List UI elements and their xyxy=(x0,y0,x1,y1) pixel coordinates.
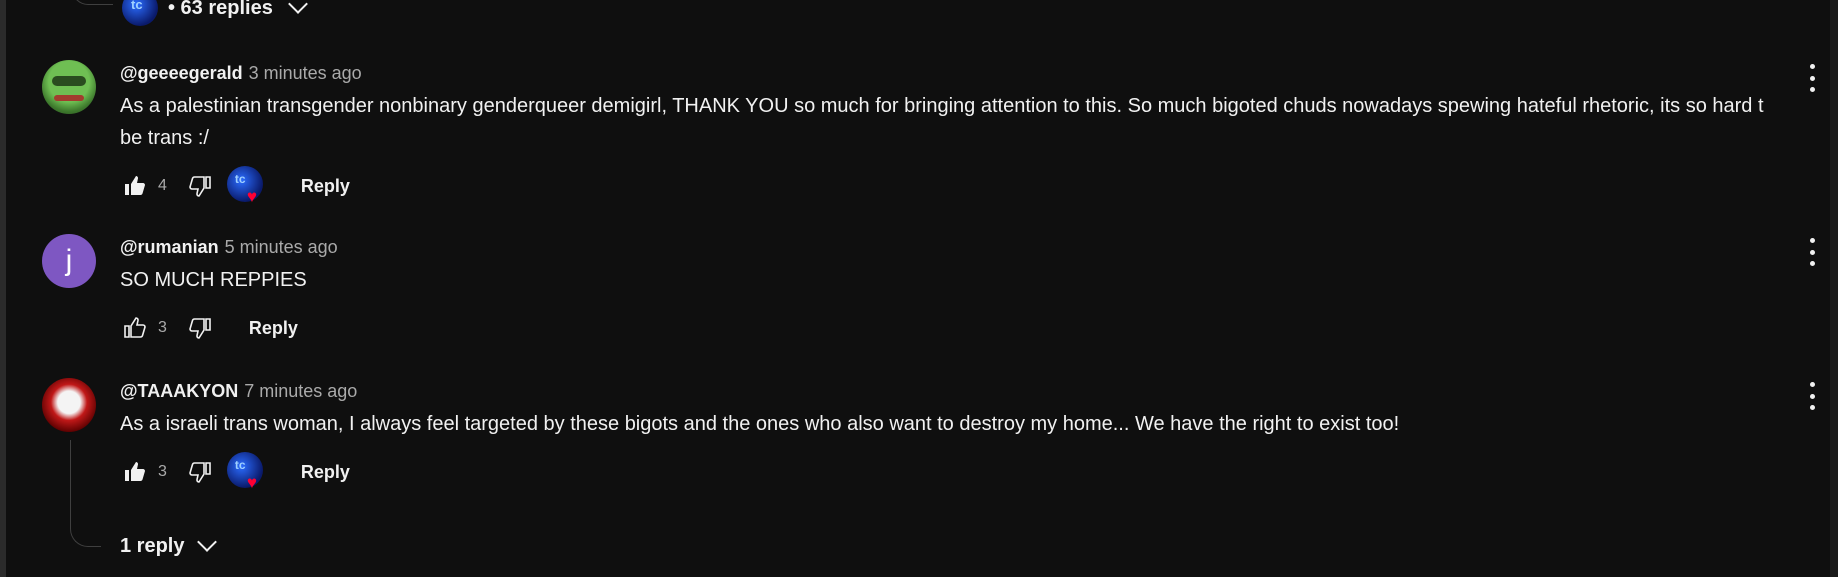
comment-meta: @TAAAKYON 7 minutes ago xyxy=(120,378,1820,404)
author-name[interactable]: @rumanian xyxy=(120,237,219,258)
reply-button[interactable]: Reply xyxy=(301,176,350,197)
left-edge xyxy=(0,0,6,577)
like-icon[interactable] xyxy=(120,171,150,201)
like-icon[interactable] xyxy=(120,457,150,487)
replies-count-label: • 63 replies xyxy=(168,0,273,19)
replier-avatar xyxy=(122,0,158,26)
comment-time[interactable]: 3 minutes ago xyxy=(249,63,362,84)
comment-item: j @rumanian 5 minutes ago SO MUCH REPPIE… xyxy=(42,234,1822,339)
heart-icon: ♥ xyxy=(246,187,257,206)
comment-body: @geeeegerald 3 minutes ago As a palestin… xyxy=(120,60,1820,206)
dislike-icon[interactable] xyxy=(185,171,215,201)
more-options-icon[interactable] xyxy=(1802,64,1822,92)
comment-body: @rumanian 5 minutes ago SO MUCH REPPIES … xyxy=(120,234,1820,348)
heart-icon: ♥ xyxy=(246,473,257,492)
replies-count-label: 1 reply xyxy=(120,534,185,557)
comment-actions: 4 ♥ Reply xyxy=(120,166,1820,206)
avatar[interactable] xyxy=(42,60,96,114)
scrollbar-track[interactable] xyxy=(1830,0,1838,577)
like-icon[interactable] xyxy=(120,313,150,343)
comment-text: As a palestinian transgender nonbinary g… xyxy=(120,90,1820,154)
like-count: 3 xyxy=(158,319,167,336)
dislike-icon[interactable] xyxy=(185,313,215,343)
author-name[interactable]: @TAAAKYON xyxy=(120,381,238,402)
like-count: 4 xyxy=(158,177,167,194)
comment-actions: 3 Reply xyxy=(120,308,1820,348)
comment-meta: @geeeegerald 3 minutes ago xyxy=(120,60,1820,86)
comment-actions: 3 ♥ Reply xyxy=(120,452,1820,492)
top-replies-toggle[interactable]: • 63 replies xyxy=(82,0,308,26)
creator-avatar xyxy=(226,166,263,202)
more-options-icon[interactable] xyxy=(1802,382,1822,410)
author-name[interactable]: @geeeegerald xyxy=(120,63,243,84)
chevron-down-icon xyxy=(287,0,308,14)
comment-time[interactable]: 5 minutes ago xyxy=(225,237,338,258)
comment-item: @geeeegerald 3 minutes ago As a palestin… xyxy=(42,60,1822,205)
chevron-down-icon xyxy=(197,532,218,552)
view-replies-toggle[interactable]: 1 reply xyxy=(120,532,218,560)
creator-heart-badge[interactable]: ♥ xyxy=(226,452,267,492)
reply-button[interactable]: Reply xyxy=(249,318,298,339)
reply-button[interactable]: Reply xyxy=(301,462,350,483)
comment-text-line: As a palestinian transgender nonbinary g… xyxy=(120,95,1764,117)
comment-body: @TAAAKYON 7 minutes ago As a israeli tra… xyxy=(120,378,1820,492)
avatar[interactable]: j xyxy=(42,234,96,288)
comment-text-line: be trans :/ xyxy=(120,127,209,149)
comment-time[interactable]: 7 minutes ago xyxy=(244,381,357,402)
thread-connector xyxy=(70,440,101,547)
avatar[interactable] xyxy=(42,378,96,432)
comment-item: @TAAAKYON 7 minutes ago As a israeli tra… xyxy=(42,378,1822,498)
more-options-icon[interactable] xyxy=(1802,238,1822,266)
like-count: 3 xyxy=(158,463,167,480)
dislike-icon[interactable] xyxy=(185,457,215,487)
comment-text: As a israeli trans woman, I always feel … xyxy=(120,413,1400,435)
creator-heart-badge[interactable]: ♥ xyxy=(226,166,267,206)
comment-text: SO MUCH REPPIES xyxy=(120,269,307,291)
creator-avatar xyxy=(226,452,263,488)
comment-meta: @rumanian 5 minutes ago xyxy=(120,234,1820,260)
